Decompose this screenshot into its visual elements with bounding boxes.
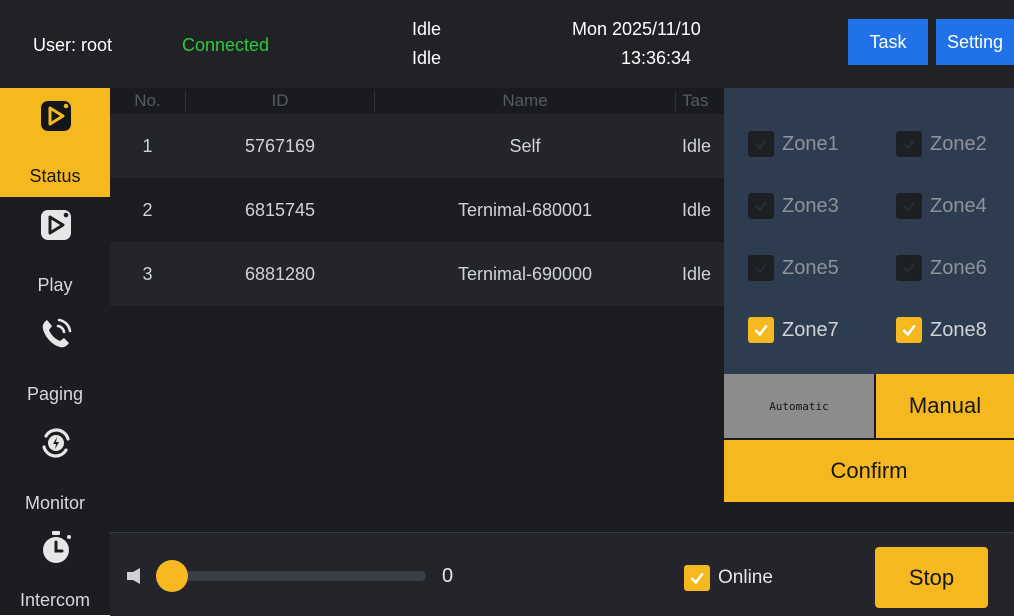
volume-slider-handle[interactable]: [156, 560, 188, 592]
check-icon: [903, 201, 915, 212]
play-box-icon: [41, 101, 71, 131]
cell-no: 2: [142, 200, 153, 220]
cell-id: 6881280: [244, 264, 316, 284]
zone-checkbox-2[interactable]: Zone2: [896, 126, 987, 162]
checkbox-box: [896, 193, 922, 219]
sidebar-item-label: Intercom: [19, 590, 91, 610]
sidebar-item-status[interactable]: Status: [0, 88, 110, 197]
sidebar-item-label: Monitor: [24, 493, 86, 513]
checkbox-box: [748, 131, 774, 157]
cell-name: Self: [509, 136, 541, 156]
checkbox-box: [896, 131, 922, 157]
sidebar-item-label: Play: [37, 275, 73, 295]
cell-no: 3: [142, 264, 153, 284]
checkbox-box: [896, 255, 922, 281]
sidebar-item-monitor[interactable]: Monitor: [0, 415, 110, 524]
sidebar-item-label: Paging: [26, 384, 84, 404]
check-icon: [690, 572, 704, 585]
stop-button[interactable]: Stop: [875, 547, 988, 608]
checkbox-box: [748, 317, 774, 343]
check-icon: [903, 139, 915, 150]
cell-task: Idle: [682, 200, 712, 220]
automatic-button[interactable]: Automatic: [724, 374, 874, 438]
cell-id: 5767169: [244, 136, 316, 156]
connection-status: Connected: [182, 35, 270, 55]
zone-label: Zone4: [930, 194, 987, 217]
column-header-task: Tas: [682, 91, 709, 110]
check-icon: [903, 263, 915, 274]
check-icon: [902, 324, 916, 337]
column-header-id: ID: [271, 91, 289, 110]
zone-checkbox-4[interactable]: Zone4: [896, 188, 987, 224]
sidebar-item-intercom[interactable]: Intercom: [0, 524, 110, 615]
zone-checkbox-1[interactable]: Zone1: [748, 126, 839, 162]
user-label: User: root: [33, 35, 113, 55]
time-label: 13:36:34: [621, 48, 692, 68]
zone-checkbox-6[interactable]: Zone6: [896, 250, 987, 286]
phone-icon: [42, 318, 72, 348]
sidebar-item-paging[interactable]: Paging: [0, 306, 110, 415]
app-screen: User: root Connected Idle Idle Mon 2025/…: [0, 0, 1014, 616]
cell-task: Idle: [682, 136, 712, 156]
monitor-icon: [42, 428, 70, 458]
cell-task: Idle: [682, 264, 712, 284]
online-label: Online: [718, 567, 773, 588]
checkbox-box: [684, 565, 710, 591]
zone-label: Zone7: [782, 318, 839, 341]
zone-label: Zone2: [930, 132, 987, 155]
cell-name: Ternimal-680001: [457, 200, 593, 220]
task-button[interactable]: Task: [848, 19, 928, 65]
sidebar-item-play[interactable]: Play: [0, 197, 110, 306]
zone-checkbox-7[interactable]: Zone7: [748, 312, 839, 348]
sidebar: Status Play Paging Monitor Intercom: [0, 88, 110, 615]
sidebar-item-label: Status: [29, 166, 81, 186]
checkbox-box: [748, 255, 774, 281]
cell-id: 6815745: [244, 200, 316, 220]
volume-slider-track[interactable]: [160, 571, 426, 581]
cell-no: 1: [142, 136, 153, 156]
speaker-icon: [127, 568, 140, 584]
check-icon: [754, 324, 768, 337]
state-line-1: Idle: [412, 19, 442, 39]
volume-value: 0: [442, 565, 454, 587]
play-box-icon: [41, 210, 71, 240]
zone-label: Zone5: [782, 256, 839, 279]
manual-button[interactable]: Manual: [876, 374, 1014, 438]
check-icon: [755, 139, 767, 150]
column-header-no: No.: [134, 91, 161, 110]
confirm-button[interactable]: Confirm: [724, 440, 1014, 502]
zone-checkbox-3[interactable]: Zone3: [748, 188, 839, 224]
zone-panel: Zone1 Zone2 Zone3 Zone4 Zone5 Zone6 Zone…: [724, 88, 1014, 374]
checkbox-box: [748, 193, 774, 219]
cell-name: Ternimal-690000: [457, 264, 593, 284]
zone-label: Zone1: [782, 132, 839, 155]
zone-checkbox-5[interactable]: Zone5: [748, 250, 839, 286]
setting-button[interactable]: Setting: [936, 19, 1014, 65]
check-icon: [755, 263, 767, 274]
zone-label: Zone6: [930, 256, 987, 279]
check-icon: [755, 201, 767, 212]
bottom-bar: 0 Online Stop: [110, 532, 1014, 616]
column-header-name: Name: [502, 91, 548, 110]
zone-checkbox-8[interactable]: Zone8: [896, 312, 987, 348]
zone-label: Zone8: [930, 318, 987, 341]
header-bar: User: root Connected Idle Idle Mon 2025/…: [0, 0, 1014, 89]
online-checkbox[interactable]: Online: [684, 565, 773, 591]
zone-label: Zone3: [782, 194, 839, 217]
date-label: Mon 2025/11/10: [572, 19, 701, 39]
timer-icon: [43, 531, 71, 563]
state-line-2: Idle: [412, 48, 442, 68]
checkbox-box: [896, 317, 922, 343]
